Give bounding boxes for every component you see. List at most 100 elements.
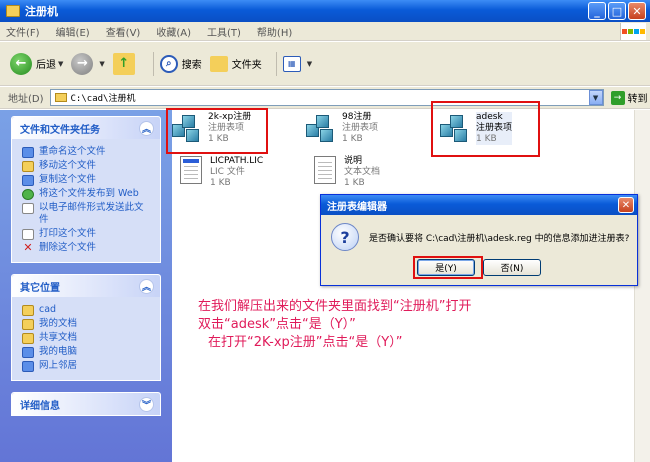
place-cad[interactable]: cad (22, 304, 152, 316)
menu-edit[interactable]: 编辑(E) (56, 24, 90, 39)
file-tasks-header[interactable]: 文件和文件夹任务 ︽ (12, 117, 160, 139)
annotation-line: 在打开“2K-xp注册”点击“是（Y）” (208, 335, 403, 350)
back-arrow-icon: ← (10, 52, 32, 75)
title-bar[interactable]: 注册机 _ □ ✕ (0, 0, 650, 22)
file-type: 注册表项 (342, 123, 379, 133)
highlight-box (413, 256, 483, 279)
toolbar-divider (275, 51, 277, 76)
task-pane: 文件和文件夹任务 ︽ 重命名这个文件 移动这个文件 复制这个文件 将这个文件发布… (0, 110, 172, 462)
maximize-button[interactable]: □ (608, 2, 626, 20)
menu-tools[interactable]: 工具(T) (207, 24, 241, 39)
collapse-icon[interactable]: ︽ (139, 120, 154, 136)
folders-label: 文件夹 (231, 60, 262, 71)
dialog-message: 是否确认要将 C:\cad\注册机\adesk.reg 中的信息添加进注册表? (369, 233, 630, 244)
details-header[interactable]: 详细信息 ︾ (12, 393, 160, 415)
computer-icon (22, 347, 34, 358)
folders-button[interactable]: 文件夹 (209, 55, 262, 72)
delete-icon: ✕ (23, 241, 33, 254)
toolbar-divider (152, 51, 154, 76)
copy-icon (22, 175, 34, 186)
file-type: 文本文档 (344, 167, 381, 177)
task-print[interactable]: 打印这个文件 (22, 228, 152, 240)
details-panel: 详细信息 ︾ (11, 392, 161, 416)
file-item-licpath[interactable]: LICPATH.LIC LIC 文件 1 KB (180, 156, 263, 189)
other-places-header[interactable]: 其它位置 ︽ (12, 275, 160, 297)
address-dropdown-button[interactable]: ▼ (588, 90, 603, 105)
file-size: 1 KB (342, 134, 363, 144)
expand-icon[interactable]: ︾ (139, 396, 154, 412)
minimize-button[interactable]: _ (588, 2, 606, 20)
menu-bar: 文件(F) 编辑(E) 查看(V) 收藏(A) 工具(T) 帮助(H) (0, 22, 650, 41)
email-icon (22, 203, 34, 214)
file-name: 98注册 (342, 112, 372, 122)
up-folder-button[interactable]: ↑ (112, 52, 139, 75)
question-icon: ? (331, 223, 359, 251)
file-name: LICPATH.LIC (210, 156, 264, 166)
dialog-title-bar[interactable]: 注册表编辑器 ✕ (321, 195, 637, 215)
file-item-readme[interactable]: 说明 文本文档 1 KB (314, 156, 380, 189)
move-icon (22, 161, 34, 172)
go-button[interactable]: → 转到 (610, 90, 648, 105)
task-rename[interactable]: 重命名这个文件 (22, 146, 152, 158)
file-item-98[interactable]: 98注册 注册表项 1 KB (304, 112, 378, 146)
collapse-icon[interactable]: ︽ (139, 278, 154, 294)
address-label: 地址(D) (8, 94, 44, 105)
forward-arrow-icon: → (71, 52, 94, 75)
network-icon (22, 361, 34, 372)
back-button[interactable]: ← 后退 ▼ (10, 52, 64, 75)
address-bar: 地址(D) C:\cad\注册机 ▼ → 转到 (0, 87, 650, 109)
annotation-line: 在我们解压出来的文件夹里面找到“注册机”打开 (198, 299, 472, 314)
task-move[interactable]: 移动这个文件 (22, 160, 152, 172)
folder-icon (54, 93, 67, 102)
up-folder-icon: ↑ (112, 52, 135, 75)
place-shared-documents[interactable]: 共享文档 (22, 332, 152, 344)
rename-icon (22, 147, 34, 158)
place-network[interactable]: 网上邻居 (22, 360, 152, 372)
printer-icon (22, 229, 34, 240)
search-button[interactable]: ⌕ 搜索 (159, 54, 202, 73)
place-my-documents[interactable]: 我的文档 (22, 318, 152, 330)
lic-file-icon (180, 156, 202, 184)
back-label: 后退 (36, 60, 56, 71)
other-places-panel: 其它位置 ︽ cad 我的文档 共享文档 我的电脑 网上邻居 (11, 274, 161, 381)
search-label: 搜索 (181, 60, 202, 71)
place-my-computer[interactable]: 我的电脑 (22, 346, 152, 358)
menu-file[interactable]: 文件(F) (6, 24, 40, 39)
folders-icon (209, 55, 228, 72)
instruction-annotation: 在我们解压出来的文件夹里面找到“注册机”打开 双击“adesk”点击“是（Y）”… (198, 298, 471, 352)
address-value: C:\cad\注册机 (70, 94, 136, 104)
menu-view[interactable]: 查看(V) (106, 24, 141, 39)
forward-button[interactable]: → ▼ (71, 52, 105, 75)
text-file-icon (314, 156, 336, 184)
dialog-close-button[interactable]: ✕ (618, 197, 634, 213)
file-size: 1 KB (344, 178, 365, 188)
task-publish-web[interactable]: 将这个文件发布到 Web (22, 188, 152, 200)
dialog-title: 注册表编辑器 (327, 201, 387, 213)
menu-help[interactable]: 帮助(H) (257, 24, 292, 39)
menu-favorites[interactable]: 收藏(A) (156, 24, 191, 39)
window-controls: _ □ ✕ (588, 2, 646, 20)
chevron-down-icon: ▼ (99, 59, 105, 68)
highlight-box (431, 101, 540, 157)
registry-file-icon (304, 112, 338, 146)
file-tasks-title: 文件和文件夹任务 (20, 124, 100, 136)
folder-icon (22, 333, 34, 344)
chevron-down-icon: ▼ (58, 59, 64, 68)
annotation-line: 双击“adesk”点击“是（Y）” (198, 317, 356, 332)
windows-logo-icon (620, 23, 646, 40)
close-button[interactable]: ✕ (628, 2, 646, 20)
search-icon: ⌕ (159, 54, 178, 73)
highlight-box (166, 108, 268, 154)
task-email[interactable]: 以电子邮件形式发送此文件 (22, 202, 152, 226)
file-type: LIC 文件 (210, 167, 245, 177)
other-places-title: 其它位置 (20, 282, 60, 294)
views-button[interactable]: ▦ ▼ (282, 55, 313, 72)
vertical-scrollbar[interactable] (634, 110, 650, 462)
views-icon: ▦ (282, 55, 301, 72)
chevron-down-icon: ▼ (306, 59, 313, 68)
no-button[interactable]: 否(N) (483, 259, 541, 276)
details-title: 详细信息 (20, 400, 60, 412)
folder-icon (22, 319, 34, 330)
task-delete[interactable]: ✕ 删除这个文件 (22, 242, 152, 254)
task-copy[interactable]: 复制这个文件 (22, 174, 152, 186)
